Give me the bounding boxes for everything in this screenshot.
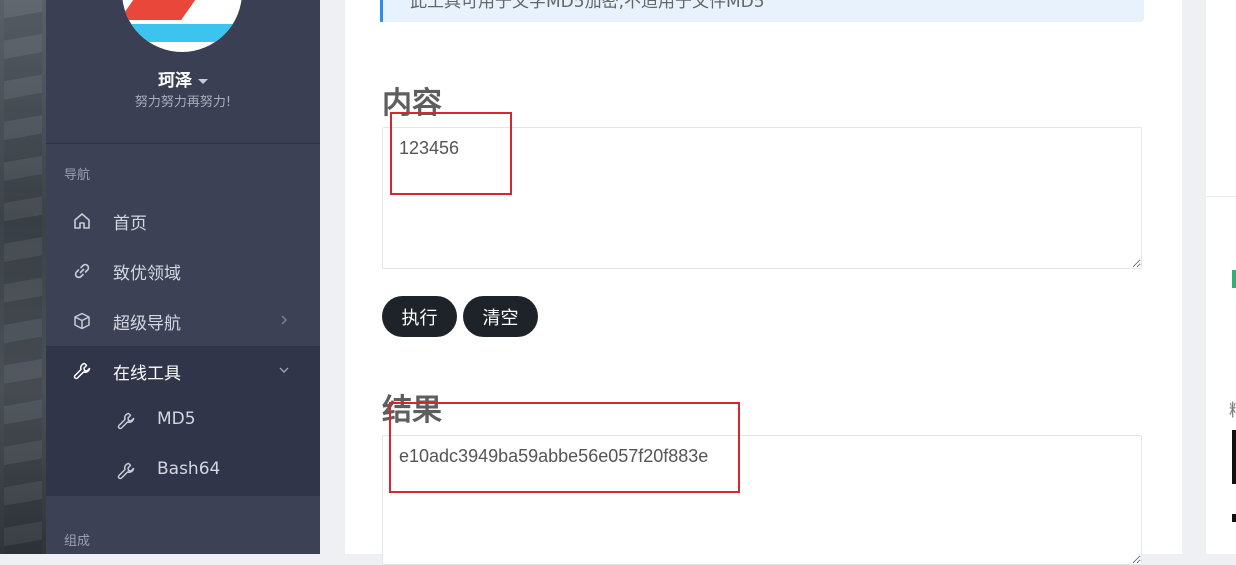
sidebar-item-label: 致优领域 <box>113 264 181 284</box>
wrench-icon <box>73 362 91 380</box>
content-heading: 内容 <box>382 86 442 121</box>
right-panel-accent <box>1232 270 1236 288</box>
chevron-down-icon <box>279 367 289 373</box>
sidebar-item-label: MD5 <box>157 409 196 429</box>
notice-text: 此工具可用于文字MD5加密,不适用于文件MD5 <box>410 0 765 12</box>
link-icon <box>74 263 90 279</box>
home-icon <box>74 213 90 229</box>
sidebar-subitem-md5[interactable]: MD5 <box>46 396 320 446</box>
caret-down-icon <box>198 78 208 84</box>
right-panel-divider <box>1206 196 1236 197</box>
info-notice: 此工具可用于文字MD5加密,不适用于文件MD5 <box>380 0 1144 22</box>
right-gutter <box>1182 0 1206 554</box>
right-panel-image-2 <box>1232 514 1236 522</box>
main-content: 此工具可用于文字MD5加密,不适用于文件MD5 内容 123456 执行 清空 … <box>345 0 1182 565</box>
sidebar: 珂泽 努力努力再努力! 导航 首页 致优领域 超级导航 在线工具 MD5 Bas… <box>46 0 320 554</box>
sidebar-item-online-tools[interactable]: 在线工具 <box>46 346 320 396</box>
wrench-icon <box>117 462 135 480</box>
wrench-icon <box>117 412 135 430</box>
notice-accent-bar <box>380 0 383 22</box>
content-input[interactable]: 123456 <box>382 127 1142 269</box>
background-strip <box>0 0 46 554</box>
username-label: 珂泽 <box>158 71 192 91</box>
clear-button[interactable]: 清空 <box>463 296 538 337</box>
right-panel-text: 精 <box>1229 396 1236 421</box>
sidebar-item-label: 首页 <box>113 214 147 234</box>
cube-icon <box>74 312 90 330</box>
sidebar-item-label: Bash64 <box>157 459 221 479</box>
avatar-graphic <box>122 0 215 20</box>
profile-area: 珂泽 努力努力再努力! <box>46 0 320 144</box>
sidebar-item-super-nav[interactable]: 超级导航 <box>46 296 320 346</box>
result-output[interactable]: e10adc3949ba59abbe56e057f20f883e <box>382 435 1142 565</box>
user-motto: 努力努力再努力! <box>134 95 232 110</box>
avatar-stripe <box>122 24 242 42</box>
avatar[interactable] <box>122 0 242 52</box>
chevron-right-icon <box>281 315 287 325</box>
sidebar-subitem-bash64[interactable]: Bash64 <box>46 446 320 496</box>
right-panel-image <box>1232 430 1236 484</box>
sidebar-item-label: 在线工具 <box>113 364 181 384</box>
result-heading: 结果 <box>382 393 442 428</box>
sidebar-item-label: 超级导航 <box>113 314 181 334</box>
execute-button[interactable]: 执行 <box>382 296 457 337</box>
section-label-nav: 导航 <box>64 168 91 183</box>
sidebar-item-home[interactable]: 首页 <box>46 196 320 246</box>
sidebar-item-link[interactable]: 致优领域 <box>46 246 320 296</box>
section-label-compose: 组成 <box>64 534 91 549</box>
username-dropdown[interactable]: 珂泽 <box>46 66 320 91</box>
